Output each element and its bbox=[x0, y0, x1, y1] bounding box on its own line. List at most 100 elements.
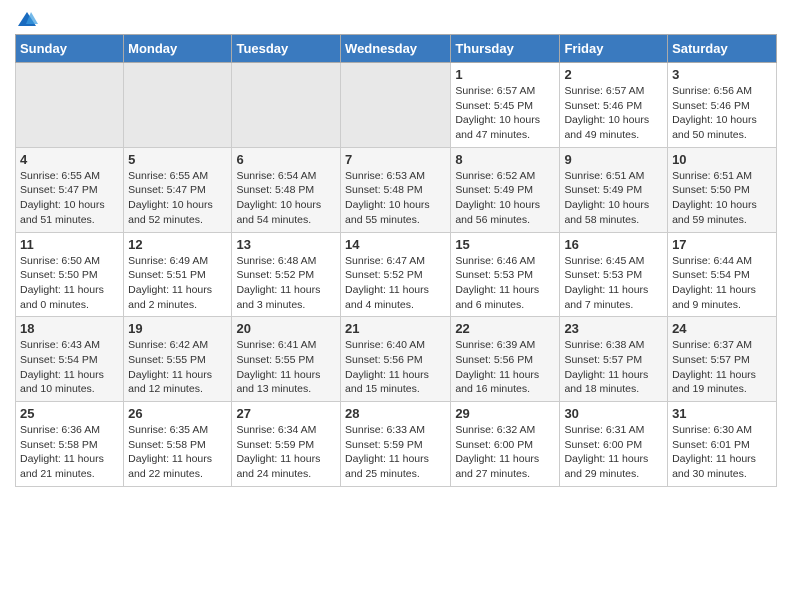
day-number: 27 bbox=[236, 406, 336, 421]
day-header-wednesday: Wednesday bbox=[341, 35, 451, 63]
day-number: 12 bbox=[128, 237, 227, 252]
calendar-cell bbox=[232, 63, 341, 148]
day-info: Sunrise: 6:52 AM Sunset: 5:49 PM Dayligh… bbox=[455, 169, 555, 228]
day-info: Sunrise: 6:50 AM Sunset: 5:50 PM Dayligh… bbox=[20, 254, 119, 313]
calendar-cell: 11 Sunrise: 6:50 AM Sunset: 5:50 PM Dayli… bbox=[16, 232, 124, 317]
calendar-cell bbox=[16, 63, 124, 148]
day-info: Sunrise: 6:54 AM Sunset: 5:48 PM Dayligh… bbox=[236, 169, 336, 228]
day-number: 4 bbox=[20, 152, 119, 167]
calendar-cell: 2Sunrise: 6:57 AM Sunset: 5:46 PM Daylig… bbox=[560, 63, 668, 148]
calendar-cell: 17Sunrise: 6:44 AM Sunset: 5:54 PM Dayli… bbox=[668, 232, 777, 317]
week-row-3: 11 Sunrise: 6:50 AM Sunset: 5:50 PM Dayli… bbox=[16, 232, 777, 317]
day-info: Sunrise: 6:34 AM Sunset: 5:59 PM Dayligh… bbox=[236, 423, 336, 482]
day-info: Sunrise: 6:37 AM Sunset: 5:57 PM Dayligh… bbox=[672, 338, 772, 397]
day-info: Sunrise: 6:45 AM Sunset: 5:53 PM Dayligh… bbox=[564, 254, 663, 313]
calendar-cell: 30 Sunrise: 6:31 AM Sunset: 6:00 PM Dayli… bbox=[560, 402, 668, 487]
calendar-cell: 1Sunrise: 6:57 AM Sunset: 5:45 PM Daylig… bbox=[451, 63, 560, 148]
calendar-cell: 18 Sunrise: 6:43 AM Sunset: 5:54 PM Dayli… bbox=[16, 317, 124, 402]
day-number: 31 bbox=[672, 406, 772, 421]
calendar-cell: 7 Sunrise: 6:53 AM Sunset: 5:48 PM Daylig… bbox=[341, 147, 451, 232]
day-number: 22 bbox=[455, 321, 555, 336]
day-number: 10 bbox=[672, 152, 772, 167]
header-row: SundayMondayTuesdayWednesdayThursdayFrid… bbox=[16, 35, 777, 63]
day-info: Sunrise: 6:40 AM Sunset: 5:56 PM Dayligh… bbox=[345, 338, 446, 397]
day-number: 19 bbox=[128, 321, 227, 336]
calendar-cell: 26 Sunrise: 6:35 AM Sunset: 5:58 PM Dayli… bbox=[124, 402, 232, 487]
calendar-cell: 27 Sunrise: 6:34 AM Sunset: 5:59 PM Dayli… bbox=[232, 402, 341, 487]
day-number: 20 bbox=[236, 321, 336, 336]
calendar-cell: 5 Sunrise: 6:55 AM Sunset: 5:47 PM Daylig… bbox=[124, 147, 232, 232]
day-info: Sunrise: 6:51 AM Sunset: 5:49 PM Dayligh… bbox=[564, 169, 663, 228]
calendar-cell: 31 Sunrise: 6:30 AM Sunset: 6:01 PM Dayli… bbox=[668, 402, 777, 487]
day-number: 9 bbox=[564, 152, 663, 167]
day-number: 2 bbox=[564, 67, 663, 82]
day-info: Sunrise: 6:46 AM Sunset: 5:53 PM Dayligh… bbox=[455, 254, 555, 313]
day-number: 1 bbox=[455, 67, 555, 82]
day-number: 21 bbox=[345, 321, 446, 336]
day-info: Sunrise: 6:47 AM Sunset: 5:52 PM Dayligh… bbox=[345, 254, 446, 313]
day-info: Sunrise: 6:51 AM Sunset: 5:50 PM Dayligh… bbox=[672, 169, 772, 228]
day-number: 13 bbox=[236, 237, 336, 252]
day-info: Sunrise: 6:30 AM Sunset: 6:01 PM Dayligh… bbox=[672, 423, 772, 482]
week-row-4: 18 Sunrise: 6:43 AM Sunset: 5:54 PM Dayli… bbox=[16, 317, 777, 402]
day-info: Sunrise: 6:43 AM Sunset: 5:54 PM Dayligh… bbox=[20, 338, 119, 397]
day-info: Sunrise: 6:36 AM Sunset: 5:58 PM Dayligh… bbox=[20, 423, 119, 482]
calendar-cell: 28Sunrise: 6:33 AM Sunset: 5:59 PM Dayli… bbox=[341, 402, 451, 487]
day-number: 5 bbox=[128, 152, 227, 167]
day-number: 7 bbox=[345, 152, 446, 167]
calendar-cell: 10 Sunrise: 6:51 AM Sunset: 5:50 PM Dayli… bbox=[668, 147, 777, 232]
day-info: Sunrise: 6:41 AM Sunset: 5:55 PM Dayligh… bbox=[236, 338, 336, 397]
calendar-table: SundayMondayTuesdayWednesdayThursdayFrid… bbox=[15, 34, 777, 487]
day-info: Sunrise: 6:56 AM Sunset: 5:46 PM Dayligh… bbox=[672, 84, 772, 143]
day-header-sunday: Sunday bbox=[16, 35, 124, 63]
day-info: Sunrise: 6:35 AM Sunset: 5:58 PM Dayligh… bbox=[128, 423, 227, 482]
day-number: 8 bbox=[455, 152, 555, 167]
calendar-cell: 14 Sunrise: 6:47 AM Sunset: 5:52 PM Dayli… bbox=[341, 232, 451, 317]
day-info: Sunrise: 6:53 AM Sunset: 5:48 PM Dayligh… bbox=[345, 169, 446, 228]
day-number: 11 bbox=[20, 237, 119, 252]
day-header-tuesday: Tuesday bbox=[232, 35, 341, 63]
header bbox=[15, 10, 777, 26]
calendar-cell: 16Sunrise: 6:45 AM Sunset: 5:53 PM Dayli… bbox=[560, 232, 668, 317]
calendar-cell: 24 Sunrise: 6:37 AM Sunset: 5:57 PM Dayli… bbox=[668, 317, 777, 402]
calendar-cell: 25 Sunrise: 6:36 AM Sunset: 5:58 PM Dayli… bbox=[16, 402, 124, 487]
day-header-thursday: Thursday bbox=[451, 35, 560, 63]
calendar-cell bbox=[341, 63, 451, 148]
calendar-cell: 20 Sunrise: 6:41 AM Sunset: 5:55 PM Dayli… bbox=[232, 317, 341, 402]
day-number: 14 bbox=[345, 237, 446, 252]
day-info: Sunrise: 6:48 AM Sunset: 5:52 PM Dayligh… bbox=[236, 254, 336, 313]
day-number: 18 bbox=[20, 321, 119, 336]
calendar-cell: 21 Sunrise: 6:40 AM Sunset: 5:56 PM Dayli… bbox=[341, 317, 451, 402]
calendar-cell bbox=[124, 63, 232, 148]
day-info: Sunrise: 6:44 AM Sunset: 5:54 PM Dayligh… bbox=[672, 254, 772, 313]
day-header-monday: Monday bbox=[124, 35, 232, 63]
day-number: 29 bbox=[455, 406, 555, 421]
day-info: Sunrise: 6:55 AM Sunset: 5:47 PM Dayligh… bbox=[20, 169, 119, 228]
day-info: Sunrise: 6:39 AM Sunset: 5:56 PM Dayligh… bbox=[455, 338, 555, 397]
week-row-2: 4 Sunrise: 6:55 AM Sunset: 5:47 PM Daylig… bbox=[16, 147, 777, 232]
day-number: 30 bbox=[564, 406, 663, 421]
week-row-5: 25 Sunrise: 6:36 AM Sunset: 5:58 PM Dayli… bbox=[16, 402, 777, 487]
day-header-saturday: Saturday bbox=[668, 35, 777, 63]
calendar-cell: 13 Sunrise: 6:48 AM Sunset: 5:52 PM Dayli… bbox=[232, 232, 341, 317]
day-number: 24 bbox=[672, 321, 772, 336]
calendar-cell: 12Sunrise: 6:49 AM Sunset: 5:51 PM Dayli… bbox=[124, 232, 232, 317]
day-info: Sunrise: 6:31 AM Sunset: 6:00 PM Dayligh… bbox=[564, 423, 663, 482]
day-info: Sunrise: 6:55 AM Sunset: 5:47 PM Dayligh… bbox=[128, 169, 227, 228]
week-row-1: 1Sunrise: 6:57 AM Sunset: 5:45 PM Daylig… bbox=[16, 63, 777, 148]
calendar-cell: 9 Sunrise: 6:51 AM Sunset: 5:49 PM Daylig… bbox=[560, 147, 668, 232]
calendar-cell: 3 Sunrise: 6:56 AM Sunset: 5:46 PM Daylig… bbox=[668, 63, 777, 148]
day-number: 26 bbox=[128, 406, 227, 421]
day-info: Sunrise: 6:33 AM Sunset: 5:59 PM Dayligh… bbox=[345, 423, 446, 482]
day-number: 25 bbox=[20, 406, 119, 421]
calendar-cell: 22 Sunrise: 6:39 AM Sunset: 5:56 PM Dayli… bbox=[451, 317, 560, 402]
logo bbox=[15, 10, 39, 26]
day-number: 3 bbox=[672, 67, 772, 82]
calendar-cell: 23Sunrise: 6:38 AM Sunset: 5:57 PM Dayli… bbox=[560, 317, 668, 402]
calendar-cell: 6 Sunrise: 6:54 AM Sunset: 5:48 PM Daylig… bbox=[232, 147, 341, 232]
calendar-cell: 29 Sunrise: 6:32 AM Sunset: 6:00 PM Dayli… bbox=[451, 402, 560, 487]
calendar-cell: 8 Sunrise: 6:52 AM Sunset: 5:49 PM Daylig… bbox=[451, 147, 560, 232]
day-number: 6 bbox=[236, 152, 336, 167]
day-info: Sunrise: 6:32 AM Sunset: 6:00 PM Dayligh… bbox=[455, 423, 555, 482]
day-header-friday: Friday bbox=[560, 35, 668, 63]
